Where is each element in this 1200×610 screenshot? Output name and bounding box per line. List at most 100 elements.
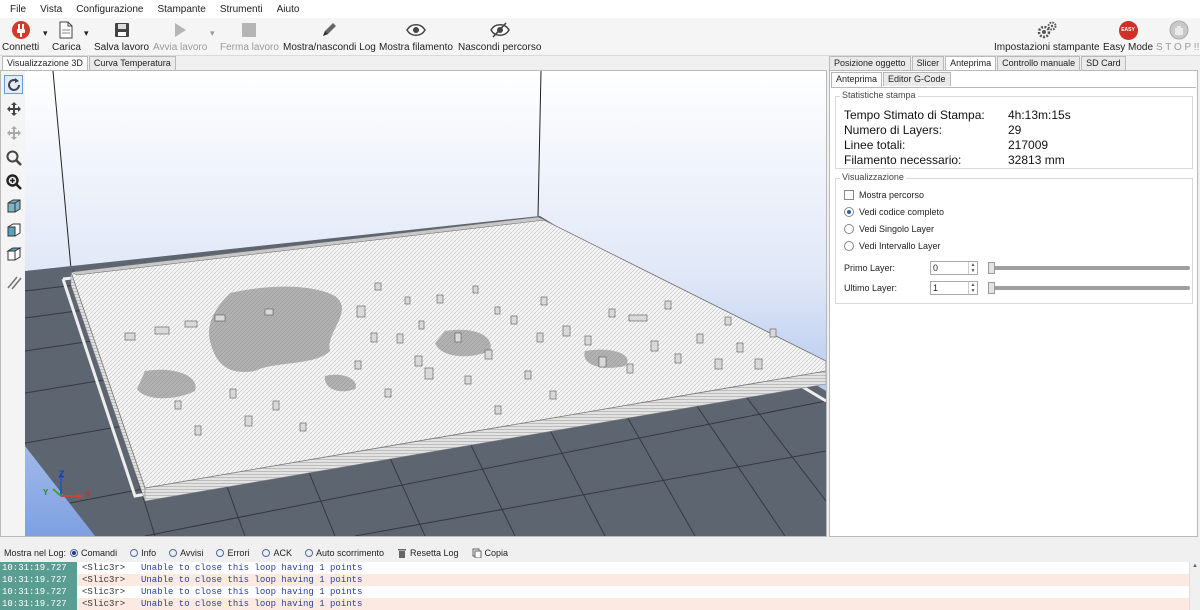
load-dropdown-icon[interactable]: ▾ <box>84 28 89 39</box>
tab-temperature-curve[interactable]: Curva Temperatura <box>88 56 176 70</box>
log-source: <Slic3r> <box>82 599 126 609</box>
log-row: 10:31:19.727 <Slic3r> Unable to close thi… <box>0 562 1200 574</box>
3d-viewport[interactable]: Z Y X <box>0 70 827 537</box>
toolbar: Connetti ▾ Carica ▾ Salva lavoro Avvia l… <box>0 18 1200 56</box>
stat-lines-label: Linee totali: <box>844 138 906 152</box>
log-filter-bar: Mostra nel Log: Comandi Info Avvisi Erro… <box>0 544 1200 562</box>
printer-settings-button[interactable]: Impostazioni stampante <box>994 20 1100 53</box>
log-source: <Slic3r> <box>82 587 126 597</box>
reset-log-button[interactable]: Resetta Log <box>397 548 459 558</box>
file-icon <box>55 20 77 40</box>
stop-job-button[interactable]: Ferma lavoro <box>220 20 279 53</box>
radio-selected[interactable] <box>844 207 854 217</box>
menu-view[interactable]: Vista <box>40 4 62 15</box>
first-layer-label: Primo Layer: <box>844 263 896 273</box>
log-console[interactable]: 10:31:19.727 <Slic3r> Unable to close thi… <box>0 562 1200 610</box>
menu-bar: File Vista Configurazione Stampante Stru… <box>0 0 1200 18</box>
start-dropdown-icon[interactable]: ▾ <box>210 28 215 39</box>
log-row: 10:31:19.727 <Slic3r> Unable to close thi… <box>0 586 1200 598</box>
last-layer-spinbox[interactable]: 1 ▲ ▼ <box>930 281 978 295</box>
log-row: 10:31:19.727 <Slic3r> Unable to close thi… <box>0 574 1200 586</box>
filter-ack-radio[interactable]: ACK <box>262 548 292 558</box>
toggle-log-button[interactable]: Mostra/nascondi Log <box>283 20 376 53</box>
connect-dropdown-icon[interactable]: ▾ <box>43 28 48 39</box>
menu-help[interactable]: Aiuto <box>277 4 300 15</box>
last-layer-label: Ultimo Layer: <box>844 283 898 293</box>
filter-info-radio[interactable]: Info <box>130 548 156 558</box>
panel-tabs: Posizione oggetto Slicer Anteprima Contr… <box>829 56 1127 71</box>
log-source: <Slic3r> <box>82 575 126 585</box>
spin-arrows-icon[interactable]: ▲ ▼ <box>968 262 977 274</box>
save-job-button[interactable]: Salva lavoro <box>94 20 149 53</box>
spin-arrows-icon[interactable]: ▲ ▼ <box>968 282 977 294</box>
tab-preview[interactable]: Anteprima <box>945 56 997 71</box>
stat-filament-label: Filamento necessario: <box>844 153 962 167</box>
first-layer-spinbox[interactable]: 0 ▲ ▼ <box>930 261 978 275</box>
last-layer-slider[interactable] <box>988 282 1190 294</box>
tab-manual-control[interactable]: Controllo manuale <box>997 56 1081 70</box>
show-filament-button[interactable]: Mostra filamento <box>379 20 453 53</box>
start-job-button[interactable]: Avvia lavoro <box>153 20 207 53</box>
axis-y-label: Y <box>43 488 49 497</box>
view-tabs: Visualizzazione 3D Curva Temperatura <box>2 56 177 71</box>
autoscroll-radio[interactable]: Auto scorrimento <box>304 548 384 558</box>
stat-time-label: Tempo Stimato di Stampa: <box>844 108 985 122</box>
slider-handle[interactable] <box>988 282 995 294</box>
filter-errors-radio[interactable]: Errori <box>216 548 249 558</box>
show-path-checkbox[interactable]: Mostra percorso <box>844 190 924 200</box>
connect-button[interactable]: Connetti <box>2 20 39 53</box>
gears-icon <box>1036 20 1058 40</box>
tab-sd-card[interactable]: SD Card <box>1081 56 1126 70</box>
tab-object-position[interactable]: Posizione oggetto <box>829 56 911 70</box>
move-object-icon[interactable] <box>4 123 23 142</box>
rotate-icon[interactable] <box>4 75 23 94</box>
stat-layers-value: 29 <box>1008 123 1022 137</box>
parallel-lines-icon[interactable] <box>4 272 23 291</box>
filter-commands-radio[interactable]: Comandi <box>70 548 117 558</box>
zoom-icon[interactable] <box>4 148 23 167</box>
log-scrollbar[interactable]: ▲ <box>1189 562 1200 610</box>
stop-hand-icon <box>1168 20 1190 40</box>
checkbox-box[interactable] <box>844 190 854 200</box>
single-layer-radio[interactable]: Vedi Singolo Layer <box>844 224 934 234</box>
radio-unselected[interactable] <box>844 241 854 251</box>
first-layer-slider[interactable] <box>988 262 1190 274</box>
easy-mode-button[interactable]: EASY Easy Mode <box>1103 20 1153 53</box>
move-icon[interactable] <box>4 99 23 118</box>
emergency-stop-button[interactable]: S T O P !!! <box>1156 20 1200 53</box>
filter-warnings-radio[interactable]: Avvisi <box>169 548 203 558</box>
menu-file[interactable]: File <box>10 4 26 15</box>
layer-range-radio[interactable]: Vedi Intervallo Layer <box>844 241 941 251</box>
stop-square-icon <box>238 20 260 40</box>
tab-preview-sub[interactable]: Anteprima <box>831 72 883 87</box>
front-view-icon[interactable] <box>4 220 23 239</box>
top-view-icon[interactable] <box>4 244 23 263</box>
menu-tools[interactable]: Strumenti <box>220 4 263 15</box>
tab-slicer[interactable]: Slicer <box>911 56 945 70</box>
eye-icon <box>405 20 427 40</box>
radio-unselected[interactable] <box>844 224 854 234</box>
log-source: <Slic3r> <box>82 563 126 573</box>
full-code-radio[interactable]: Vedi codice completo <box>844 207 944 217</box>
menu-printer[interactable]: Stampante <box>157 4 205 15</box>
print-bed-scene[interactable] <box>25 71 826 536</box>
iso-view-icon[interactable] <box>4 196 23 215</box>
view-tools <box>1 71 25 536</box>
stat-time-value: 4h:13m:15s <box>1008 108 1071 122</box>
log-message: Unable to close this loop having 1 point… <box>141 575 363 585</box>
tab-gcode-editor[interactable]: Editor G-Code <box>883 72 951 86</box>
log-filter-label: Mostra nel Log: <box>4 548 67 558</box>
slider-handle[interactable] <box>988 262 995 274</box>
tab-3d-view[interactable]: Visualizzazione 3D <box>2 56 88 71</box>
load-button[interactable]: Carica <box>52 20 81 53</box>
preview-panel: Anteprima Editor G-Code Statistiche stam… <box>829 70 1198 537</box>
hide-path-button[interactable]: Nascondi percorso <box>458 20 541 53</box>
copy-log-button[interactable]: Copia <box>472 548 508 558</box>
plug-icon <box>10 20 32 40</box>
floppy-icon <box>111 20 133 40</box>
easy-badge-icon: EASY <box>1117 20 1139 40</box>
zoom-fit-icon[interactable] <box>4 172 23 191</box>
log-timestamp: 10:31:19.727 <box>0 586 77 598</box>
menu-configuration[interactable]: Configurazione <box>76 4 143 15</box>
scroll-up-icon[interactable]: ▲ <box>1192 563 1198 569</box>
